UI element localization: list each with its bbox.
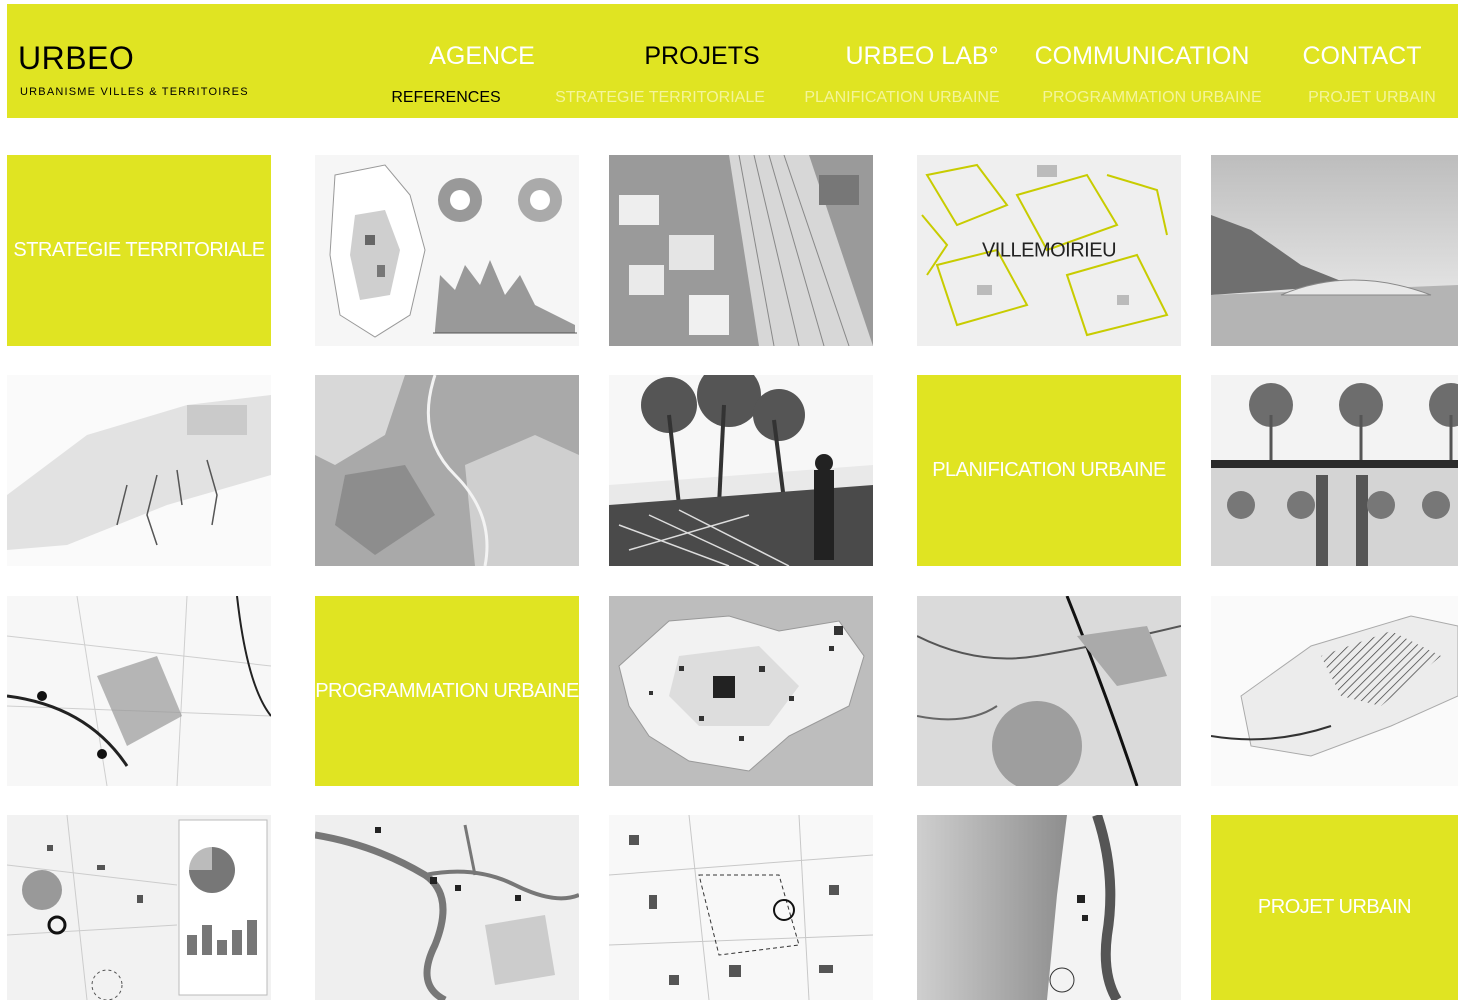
terrain-sketch-image <box>7 375 271 566</box>
tile-district-map[interactable] <box>609 596 873 786</box>
railway-aerial-image <box>609 155 873 346</box>
tile-hatched-site-plan[interactable] <box>1211 596 1458 786</box>
landscape-render-image <box>1211 155 1458 346</box>
urban-block-plan-image <box>609 815 873 1000</box>
brand-tagline: URBANISME VILLES & TERRITOIRES <box>20 86 249 98</box>
tile-label: STRATEGIE TERRITORIALE <box>13 239 265 261</box>
nav-agence[interactable]: AGENCE <box>429 42 535 71</box>
map-charts-image <box>315 155 579 346</box>
river-network-map-image <box>315 815 579 1000</box>
subnav-planification-urbaine[interactable]: PLANIFICATION URBAINE <box>804 89 999 107</box>
street-section-image <box>1211 375 1458 566</box>
territory-map-image <box>917 596 1181 786</box>
tile-overlay-label: VILLEMOIRIEU <box>981 239 1117 261</box>
tile-terrain-sketch[interactable] <box>7 375 271 566</box>
hatched-site-plan-image <box>1211 596 1458 786</box>
city-plan-image <box>7 596 271 786</box>
tile-label: PROGRAMMATION URBAINE <box>315 679 579 702</box>
tile-label: PLANIFICATION URBAINE <box>932 459 1166 481</box>
tile-label: PROJET URBAIN <box>1257 896 1412 918</box>
tile-railway-aerial[interactable] <box>609 155 873 346</box>
nav-urbeo-lab[interactable]: URBEO LAB° <box>845 42 998 71</box>
tile-topographic-map[interactable] <box>315 375 579 566</box>
tile-strategie-territoriale[interactable]: STRATEGIE TERRITORIALE <box>7 155 271 346</box>
subnav-references[interactable]: REFERENCES <box>391 89 500 107</box>
nav-projets[interactable]: PROJETS <box>644 42 759 71</box>
tile-map-charts[interactable] <box>315 155 579 346</box>
plan-statistics-image <box>7 815 271 1000</box>
tile-riverside-photo[interactable] <box>609 375 873 566</box>
nav-communication[interactable]: COMMUNICATION <box>1035 42 1250 71</box>
riverside-photo-image <box>609 375 873 566</box>
tile-street-section[interactable] <box>1211 375 1458 566</box>
subnav-programmation-urbaine[interactable]: PROGRAMMATION URBAINE <box>1042 89 1261 107</box>
tile-territory-map[interactable] <box>917 596 1181 786</box>
tile-projet-urbain[interactable]: PROJET URBAIN <box>1211 815 1458 1000</box>
district-map-image <box>609 596 873 786</box>
tile-valley-relief-map[interactable] <box>917 815 1181 1000</box>
tile-programmation-urbaine[interactable]: PROGRAMMATION URBAINE <box>315 596 579 786</box>
subnav-projet-urbain[interactable]: PROJET URBAIN <box>1308 89 1436 107</box>
brand-logo[interactable]: URBEO <box>18 40 134 77</box>
topographic-map-image <box>315 375 579 566</box>
tile-city-plan[interactable] <box>7 596 271 786</box>
tile-villemoirieu[interactable]: VILLEMOIRIEU <box>917 155 1181 346</box>
valley-relief-map-image <box>917 815 1181 1000</box>
tile-urban-block-plan[interactable] <box>609 815 873 1000</box>
tile-plan-statistics[interactable] <box>7 815 271 1000</box>
subnav-strategie-territoriale[interactable]: STRATEGIE TERRITORIALE <box>555 89 765 107</box>
tile-river-network-map[interactable] <box>315 815 579 1000</box>
nav-contact[interactable]: CONTACT <box>1303 42 1422 71</box>
site-header: URBEO URBANISME VILLES & TERRITOIRES AGE… <box>7 4 1458 118</box>
tile-landscape-render[interactable] <box>1211 155 1458 346</box>
tile-planification-urbaine[interactable]: PLANIFICATION URBAINE <box>917 375 1181 566</box>
